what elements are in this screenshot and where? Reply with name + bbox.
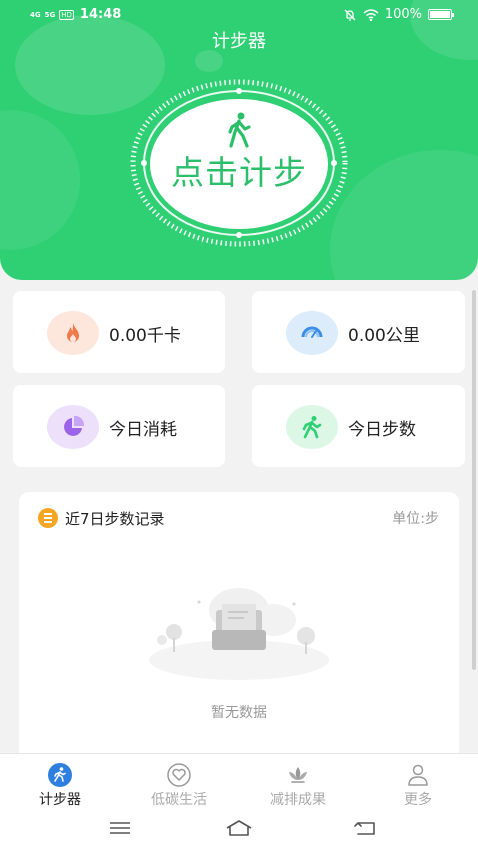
status-bar: 4G 5G HD 14:48 100% bbox=[0, 0, 478, 30]
tab-more[interactable]: 更多 bbox=[363, 754, 473, 810]
empty-state-illustration bbox=[149, 588, 329, 680]
person-icon bbox=[408, 764, 428, 786]
lotus-icon bbox=[289, 767, 307, 783]
walking-person-icon bbox=[228, 112, 251, 148]
decor-blob bbox=[330, 150, 478, 280]
today-consumption-label: 今日消耗 bbox=[109, 420, 177, 440]
tab-label: 计步器 bbox=[39, 792, 81, 808]
page-title: 计步器 bbox=[212, 31, 266, 52]
heart-icon bbox=[167, 763, 191, 787]
records-title: 近7日步数记录 bbox=[65, 510, 165, 528]
mute-icon bbox=[344, 9, 356, 21]
home-icon[interactable] bbox=[224, 817, 254, 839]
records-unit: 单位:步 bbox=[392, 511, 439, 527]
distance-card[interactable]: 0.00公里 bbox=[252, 291, 465, 373]
calories-card[interactable]: 0.00千卡 bbox=[13, 291, 225, 373]
list-icon bbox=[38, 508, 58, 528]
scrollbar[interactable] bbox=[472, 290, 476, 670]
signal-5g-indicator: 5G bbox=[44, 10, 56, 19]
tab-label: 低碳生活 bbox=[151, 792, 207, 808]
bottom-tab-bar: 计步器 低碳生活 减排成果 更多 bbox=[0, 753, 478, 809]
runner-icon bbox=[48, 763, 72, 787]
menu-icon[interactable] bbox=[105, 817, 135, 839]
tab-label: 减排成果 bbox=[270, 792, 326, 808]
seven-day-records-panel: 近7日步数记录 单位:步 暂无数据 bbox=[19, 492, 459, 762]
decor-blob bbox=[0, 110, 80, 250]
system-navigation-bar bbox=[0, 809, 478, 850]
battery-percent: 100% bbox=[384, 7, 422, 22]
runner-icon bbox=[286, 405, 338, 449]
tab-label: 更多 bbox=[404, 792, 432, 808]
back-icon[interactable] bbox=[350, 817, 380, 839]
today-steps-card[interactable]: 今日步数 bbox=[252, 385, 465, 467]
hd-badge: HD bbox=[59, 9, 74, 20]
start-step-count-button[interactable]: 点击计步 bbox=[150, 146, 328, 194]
decor-blob bbox=[195, 50, 223, 72]
empty-state-text: 暂无数据 bbox=[211, 705, 267, 721]
wifi-icon bbox=[363, 8, 379, 21]
fire-icon bbox=[47, 311, 99, 355]
tab-low-carbon-life[interactable]: 低碳生活 bbox=[124, 754, 234, 810]
status-time: 14:48 bbox=[79, 7, 122, 22]
today-steps-label: 今日步数 bbox=[348, 420, 416, 440]
distance-value: 0.00公里 bbox=[348, 326, 420, 346]
signal-4g-indicator: 4G bbox=[30, 10, 41, 19]
calories-value: 0.00千卡 bbox=[109, 326, 181, 346]
battery-icon bbox=[428, 9, 454, 20]
pie-chart-icon bbox=[47, 405, 99, 449]
gauge-icon bbox=[286, 311, 338, 355]
tab-emission-results[interactable]: 减排成果 bbox=[243, 754, 353, 810]
tab-pedometer[interactable]: 计步器 bbox=[5, 754, 115, 810]
today-consumption-card[interactable]: 今日消耗 bbox=[13, 385, 225, 467]
